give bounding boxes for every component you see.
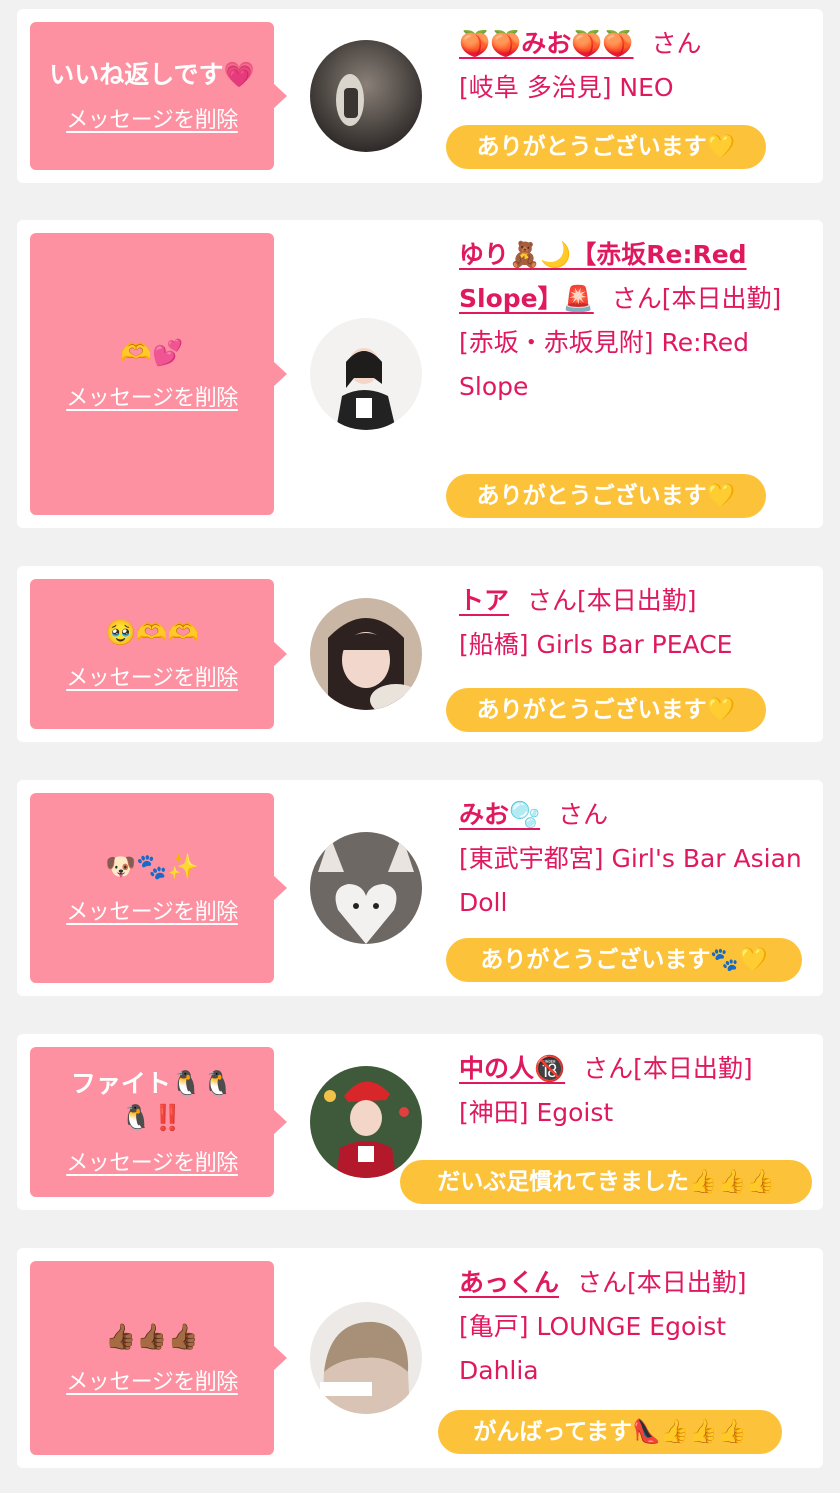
reply-badge: だいぶ足慣れてきました👍👍👍 <box>400 1160 812 1204</box>
message-text: 👍🏾👍🏾👍🏾 <box>105 1322 199 1351</box>
shop-info: [船橋] Girls Bar PEACE <box>459 630 733 659</box>
avatar[interactable] <box>310 40 422 152</box>
sender-info: ゆり🧸🌙【赤坂Re:Red Slope】🚨 さん[本日出勤] [赤坂・赤坂見附] … <box>459 233 807 409</box>
san-suffix: さん <box>527 586 578 615</box>
shop-info: [亀戸] LOUNGE Egoist Dahlia <box>459 1312 727 1385</box>
delete-message-link[interactable]: メッセージを削除 <box>66 894 238 926</box>
delete-message-link[interactable]: メッセージを削除 <box>66 1145 238 1177</box>
message-card: 🐶🐾✨ メッセージを削除 みお🫧 さん [東武宇都宮] Girl's Bar As… <box>17 780 823 996</box>
message-card: 🫶💕 メッセージを削除 ゆり🧸🌙【赤坂Re:Red Slope】🚨 さん[本日出勤… <box>17 220 823 528</box>
sender-info: トア さん[本日出勤] [船橋] Girls Bar PEACE <box>459 579 807 667</box>
sender-info: 🍑🍑みお🍑🍑 さん [岐阜 多治見] NEO <box>459 22 807 110</box>
message-text: 🫶💕 <box>120 338 184 367</box>
reply-badge: ありがとうございます💛 <box>446 474 766 518</box>
message-bubble: 🥹🫶🫶 メッセージを削除 <box>30 579 287 729</box>
message-bubble: 🫶💕 メッセージを削除 <box>30 233 287 515</box>
reply-badge: ありがとうございます🐾💛 <box>446 938 802 982</box>
avatar[interactable] <box>310 1302 422 1414</box>
message-card: ファイト🐧🐧🐧‼️ メッセージを削除 中の人🔞 さん[本日出勤] [神田] Ego… <box>17 1034 823 1210</box>
message-text: いいね返しです💗 <box>49 60 255 89</box>
message-bubble: 👍🏾👍🏾👍🏾 メッセージを削除 <box>30 1261 287 1455</box>
message-text: 🥹🫶🫶 <box>105 618 199 647</box>
shop-info: [神田] Egoist <box>459 1098 614 1127</box>
attendance-status: [本日出勤] <box>633 1054 753 1083</box>
reply-badge: ありがとうございます💛 <box>446 688 766 732</box>
message-bubble: いいね返しです💗 メッセージを削除 <box>30 22 287 170</box>
message-text: ファイト🐧🐧🐧‼️ <box>70 1069 234 1132</box>
avatar[interactable] <box>310 832 422 944</box>
delete-message-link[interactable]: メッセージを削除 <box>66 660 238 692</box>
shop-info: [東武宇都宮] Girl's Bar Asian Doll <box>459 844 802 917</box>
delete-message-link[interactable]: メッセージを削除 <box>66 102 238 134</box>
san-suffix: さん <box>583 1054 634 1083</box>
message-card: 👍🏾👍🏾👍🏾 メッセージを削除 あっくん さん[本日出勤] [亀戸] LOUNGE… <box>17 1248 823 1468</box>
san-suffix: さん <box>611 284 662 313</box>
shop-info: [赤坂・赤坂見附] Re:Red Slope <box>459 328 750 401</box>
delete-message-link[interactable]: メッセージを削除 <box>66 380 238 412</box>
message-card: いいね返しです💗 メッセージを削除 🍑🍑みお🍑🍑 さん [岐阜 多治見] NEO … <box>17 9 823 183</box>
delete-message-link[interactable]: メッセージを削除 <box>66 1364 238 1396</box>
sender-name-link[interactable]: 🍑🍑みお🍑🍑 <box>459 29 634 58</box>
san-suffix: さん <box>651 29 702 58</box>
sender-name-link[interactable]: みお🫧 <box>459 800 540 829</box>
avatar[interactable] <box>310 598 422 710</box>
shop-info: [岐阜 多治見] NEO <box>459 73 674 102</box>
avatar[interactable] <box>310 318 422 430</box>
sender-info: 中の人🔞 さん[本日出勤] [神田] Egoist <box>459 1047 807 1135</box>
san-suffix: さん <box>558 800 609 829</box>
sender-info: みお🫧 さん [東武宇都宮] Girl's Bar Asian Doll <box>459 793 807 925</box>
message-bubble: 🐶🐾✨ メッセージを削除 <box>30 793 287 983</box>
sender-info: あっくん さん[本日出勤] [亀戸] LOUNGE Egoist Dahlia <box>459 1261 807 1393</box>
reply-badge: がんばってます👠👍👍👍 <box>438 1410 782 1454</box>
attendance-status: [本日出勤] <box>661 284 782 313</box>
message-text: 🐶🐾✨ <box>105 852 199 881</box>
sender-name-link[interactable]: 中の人🔞 <box>459 1054 565 1083</box>
like-message-list: いいね返しです💗 メッセージを削除 🍑🍑みお🍑🍑 さん [岐阜 多治見] NEO … <box>0 0 840 1493</box>
san-suffix: さん <box>577 1268 628 1297</box>
avatar[interactable] <box>310 1066 422 1178</box>
attendance-status: [本日出勤] <box>627 1268 747 1297</box>
sender-name-link[interactable]: トア <box>459 586 509 615</box>
sender-name-link[interactable]: あっくん <box>459 1268 559 1297</box>
message-card: 🥹🫶🫶 メッセージを削除 トア さん[本日出勤] [船橋] Girls Bar P… <box>17 566 823 742</box>
reply-badge: ありがとうございます💛 <box>446 125 766 169</box>
attendance-status: [本日出勤] <box>577 586 697 615</box>
message-bubble: ファイト🐧🐧🐧‼️ メッセージを削除 <box>30 1047 287 1197</box>
